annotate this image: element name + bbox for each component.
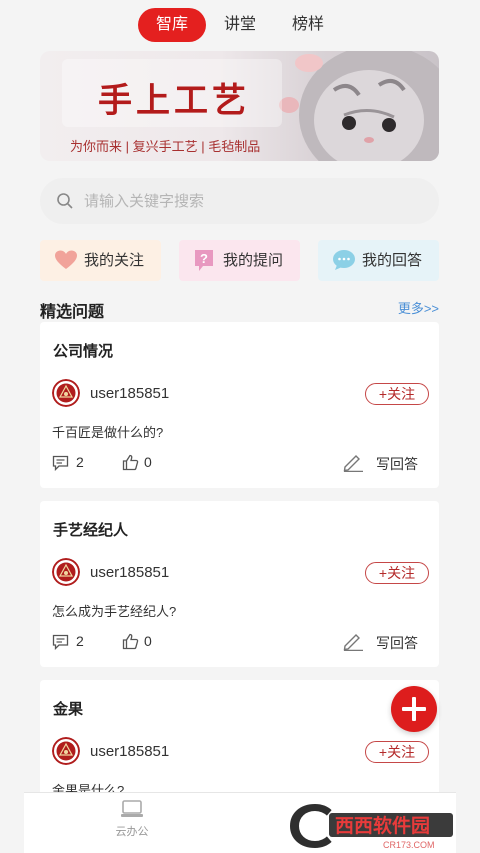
question-card[interactable]: 公司情况 user185851 +关注 千百匠是做什么的? 2 0 写回答 [40, 322, 439, 488]
comment-count: 2 [76, 454, 84, 470]
quick-link-label: 我的提问 [223, 252, 284, 269]
quick-link-follow[interactable]: 我的关注 [40, 240, 161, 281]
watermark-text: 西西软件园 [335, 814, 430, 837]
tab-zhiku[interactable]: 智库 [138, 8, 206, 42]
more-link[interactable]: 更多>> [398, 298, 439, 317]
watermark-sub: CR173.COM [383, 840, 435, 850]
like-icon[interactable] [122, 454, 139, 471]
follow-button[interactable]: +关注 [365, 741, 429, 763]
avatar[interactable] [52, 379, 80, 407]
comment-icon[interactable] [52, 634, 69, 650]
comment-count: 2 [76, 633, 84, 649]
question-text: 怎么成为手艺经纪人? [52, 604, 177, 619]
quick-link-answers[interactable]: 我的回答 [318, 240, 439, 281]
chat-bubble-icon [333, 250, 355, 270]
question-card[interactable]: 金果 user185851 +关注 金果是什么? [40, 680, 439, 800]
username[interactable]: user185851 [90, 564, 169, 581]
svg-text:?: ? [200, 251, 208, 266]
question-icon: ? [195, 250, 213, 271]
follow-button[interactable]: +关注 [365, 383, 429, 405]
write-answer-button[interactable]: 写回答 [376, 454, 418, 474]
top-tabs: 智库 讲堂 榜样 [0, 8, 480, 44]
banner[interactable]: 手上工艺 为你而来 | 复兴手工艺 | 毛毡制品 [40, 51, 439, 161]
nav-cloud-office[interactable]: 云办公 [102, 799, 162, 839]
nav-label: 云办公 [115, 826, 149, 838]
question-text: 千百匠是做什么的? [52, 425, 164, 440]
heart-icon [55, 250, 77, 269]
question-title: 公司情况 [53, 343, 114, 360]
like-count: 0 [144, 454, 152, 470]
pencil-icon[interactable] [342, 631, 364, 651]
quick-link-questions[interactable]: ? 我的提问 [179, 240, 300, 281]
banner-title: 手上工艺 [98, 81, 250, 121]
tab-bangyang[interactable]: 榜样 [280, 8, 336, 42]
like-count: 0 [144, 633, 152, 649]
search-icon [57, 193, 73, 209]
laptop-icon [121, 800, 143, 817]
watermark-logo: 西西软件园 CR173.COM [287, 801, 453, 851]
search-bar [40, 178, 439, 224]
username[interactable]: user185851 [90, 743, 169, 760]
search-input[interactable] [84, 178, 404, 224]
question-title: 金果 [53, 701, 84, 718]
pencil-icon[interactable] [342, 452, 364, 472]
quick-link-label: 我的回答 [362, 252, 423, 269]
avatar[interactable] [52, 558, 80, 586]
section-title: 精选问题 [40, 304, 105, 321]
follow-button[interactable]: +关注 [365, 562, 429, 584]
tab-jiangtang[interactable]: 讲堂 [212, 8, 268, 42]
plus-icon [402, 697, 426, 721]
banner-subtitle: 为你而来 | 复兴手工艺 | 毛毡制品 [70, 139, 261, 154]
question-title: 手艺经纪人 [53, 522, 129, 539]
avatar[interactable] [52, 737, 80, 765]
add-question-button[interactable] [391, 686, 437, 732]
write-answer-button[interactable]: 写回答 [376, 633, 418, 653]
question-card[interactable]: 手艺经纪人 user185851 +关注 怎么成为手艺经纪人? 2 0 写回答 [40, 501, 439, 667]
quick-link-label: 我的关注 [84, 252, 145, 269]
like-icon[interactable] [122, 633, 139, 650]
username[interactable]: user185851 [90, 385, 169, 402]
comment-icon[interactable] [52, 455, 69, 471]
